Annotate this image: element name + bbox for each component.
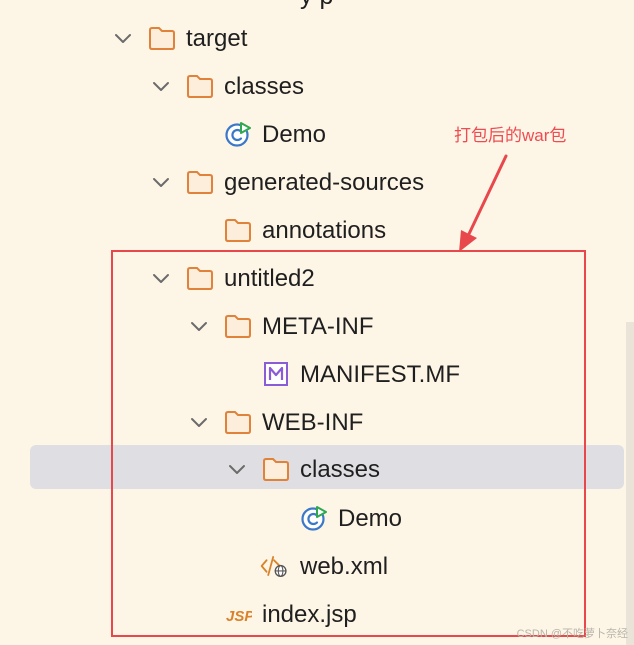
folder-icon [225,219,251,242]
tree-row-generated-sources[interactable]: generated-sources [0,158,634,206]
folder-icon [149,27,175,50]
tree-row-label: classes [224,73,305,100]
tree-row-label: target [186,25,248,52]
tree-row-label: Demo [262,121,327,148]
tree-row-classes[interactable]: classes [0,62,634,110]
chevron-down-icon[interactable] [113,28,133,48]
tree-row-annotations[interactable]: annotations [0,206,634,254]
java-class-icon [225,122,251,147]
watermark-text: CSDN @不吃萝卜奈经 [516,628,628,640]
vertical-scrollbar[interactable] [626,322,634,645]
tree-row-label: generated-sources [224,169,425,196]
chevron-down-icon[interactable] [151,76,171,96]
annotation-arrow-icon [459,154,508,252]
tree-row-label: annotations [262,217,387,244]
chevron-down-icon[interactable] [151,172,171,192]
top-cut-text: y p [300,0,333,11]
war-package-annotation: 打包后的war包 [454,126,567,145]
folder-icon [187,75,213,98]
tree-row-target[interactable]: target [0,14,634,62]
war-package-highlight-box [111,250,586,637]
folder-icon [187,171,213,194]
